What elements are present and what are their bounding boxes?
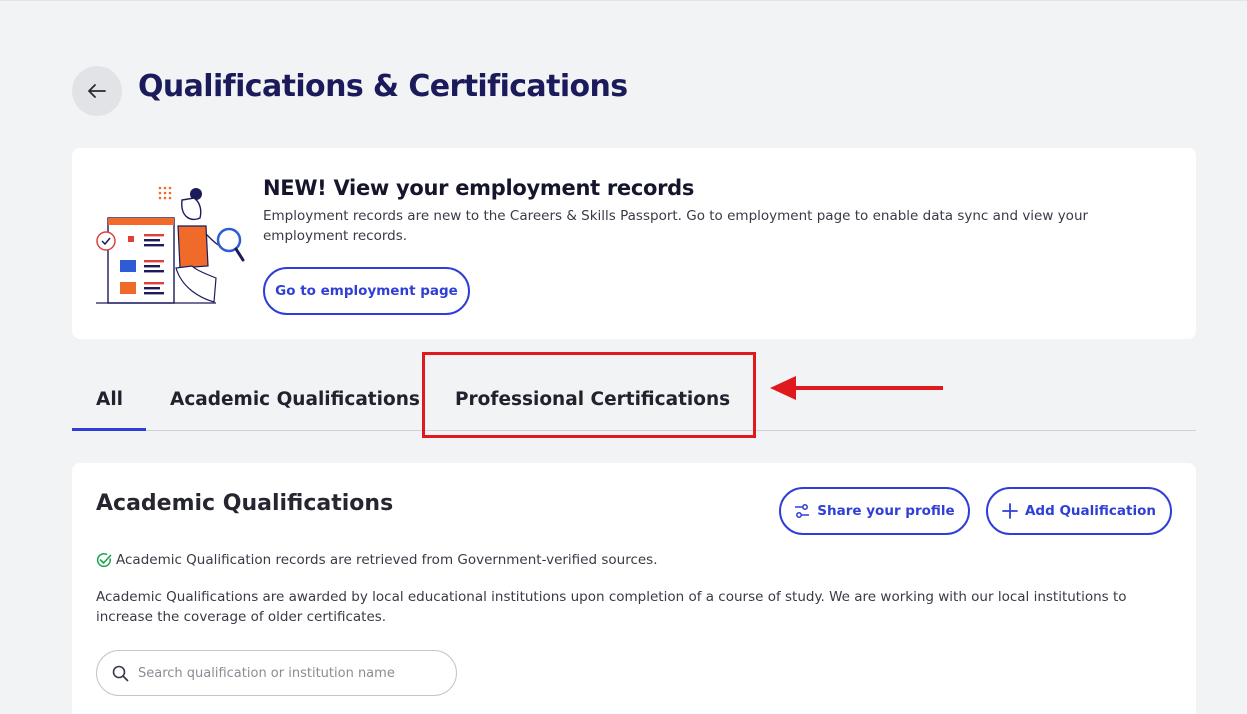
section-title: Academic Qualifications [96, 491, 394, 516]
banner-title: NEW! View your employment records [263, 176, 695, 200]
active-tab-indicator [72, 428, 146, 431]
tab-academic-qualifications[interactable]: Academic Qualifications [170, 389, 420, 410]
search-input[interactable] [138, 665, 438, 681]
arrow-left-icon [88, 84, 106, 98]
back-button[interactable] [72, 66, 122, 116]
go-to-employment-button[interactable]: Go to employment page [263, 267, 470, 315]
annotation-highlight-box [422, 352, 756, 438]
verified-check-icon [96, 553, 112, 568]
plus-icon [1002, 503, 1018, 519]
add-qualification-button[interactable]: Add Qualification [986, 487, 1172, 535]
employment-banner: NEW! View your employment records Employ… [72, 148, 1196, 339]
section-description: Academic Qualifications are awarded by l… [96, 589, 1127, 625]
share-profile-button[interactable]: Share your profile [779, 487, 970, 535]
verified-text: Academic Qualification records are retri… [116, 552, 658, 568]
banner-text: Employment records are new to the Career… [263, 208, 1089, 244]
verified-note: Academic Qualification records are retri… [96, 552, 658, 568]
search-box[interactable] [96, 650, 457, 696]
share-profile-label: Share your profile [817, 503, 955, 519]
search-icon [112, 665, 129, 681]
page-title: Qualifications & Certifications [138, 69, 628, 104]
employment-illustration [96, 186, 245, 304]
add-qualification-label: Add Qualification [1024, 503, 1156, 519]
share-sliders-icon [795, 504, 810, 518]
annotation-arrow-icon [770, 376, 943, 400]
tab-all[interactable]: All [96, 389, 123, 410]
academic-qualifications-card: Academic Qualifications Share your profi… [72, 463, 1196, 714]
